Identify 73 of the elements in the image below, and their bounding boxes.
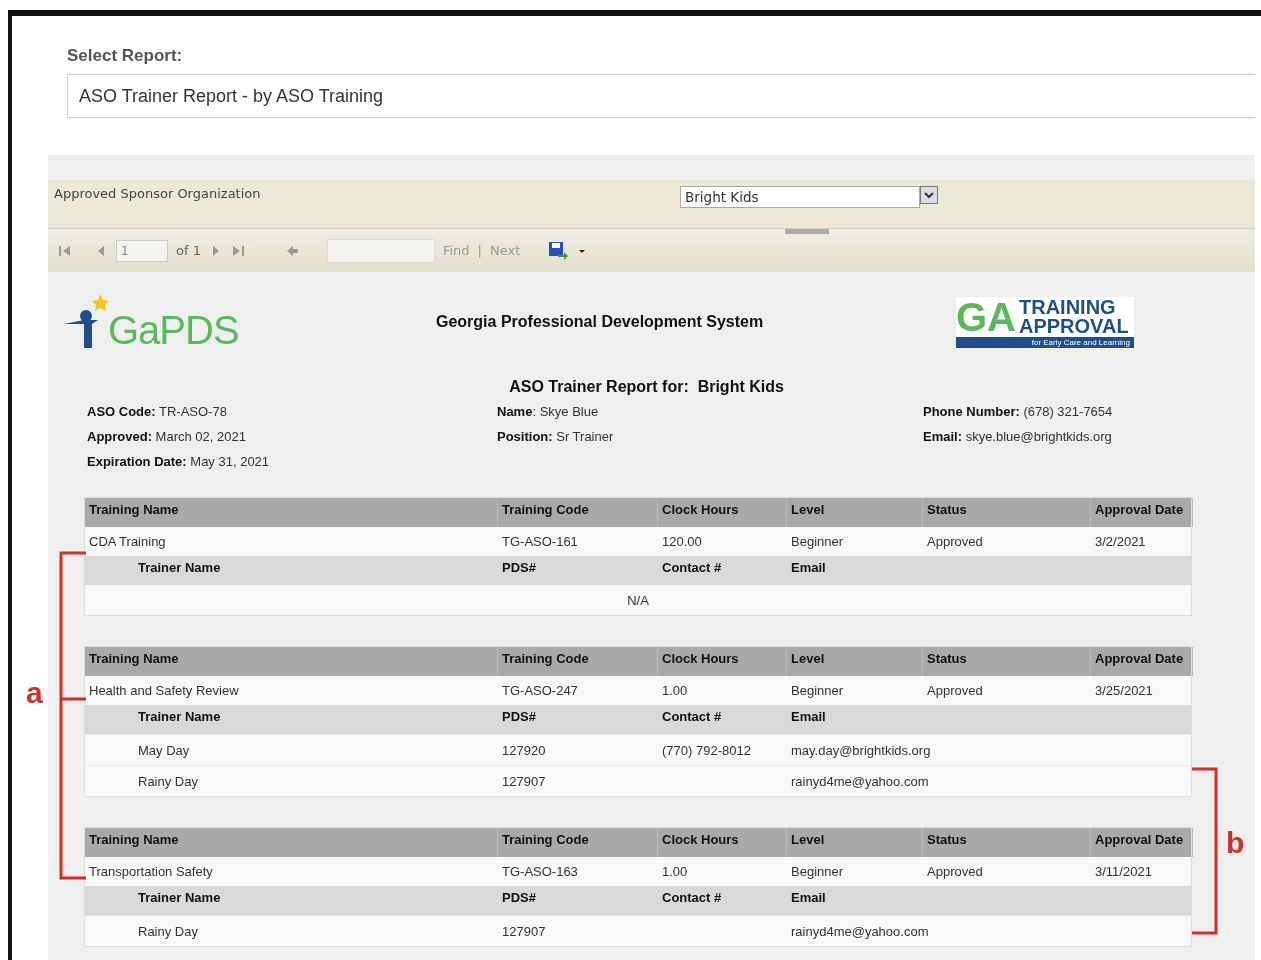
save-icon[interactable]	[548, 240, 571, 261]
annotation-label: a	[26, 676, 43, 710]
detail-text: Phone Number: (678) 321-7654	[923, 404, 1114, 419]
column-header: Trainer Name	[137, 559, 222, 577]
table-cell-text: Beginner	[790, 534, 845, 549]
table-cell-text: May Day	[137, 742, 191, 758]
column-header: PDS#	[501, 889, 537, 907]
table-cell-text: TG-ASO-163	[501, 864, 579, 879]
table-cell-text: Beginner	[790, 864, 845, 879]
column-header: Contact #	[661, 708, 723, 726]
table-cell-text: CDA Training	[88, 534, 167, 549]
table-cell-text: 1.00	[661, 683, 689, 698]
next-link[interactable]: Next	[489, 243, 521, 258]
find-field[interactable]	[326, 238, 435, 263]
detail-text: Approved: March 02, 2021	[87, 429, 247, 444]
find-link[interactable]: Find	[442, 243, 470, 258]
system-title: Georgia Professional Development System	[436, 313, 765, 331]
table-cell-text: TG-ASO-247	[501, 683, 579, 698]
table-cell-text: TG-ASO-161	[501, 534, 579, 549]
column-header: PDS#	[501, 559, 537, 577]
collapse-handle[interactable]	[785, 229, 829, 234]
detail-text: Position: Sr Trainer	[497, 429, 615, 444]
logo: GaPDS	[108, 310, 239, 350]
person-star-icon	[64, 294, 108, 350]
parameter-label: Approved Sponsor Organization	[54, 186, 262, 203]
table-cell-text: rainyd4me@yahoo.com	[790, 923, 930, 939]
dropdown-icon[interactable]	[920, 186, 938, 204]
separator: |	[477, 243, 482, 258]
column-header: PDS#	[501, 708, 537, 726]
table-cell-text: 3/11/2021	[1094, 864, 1153, 879]
field-label: Select Report:	[67, 46, 184, 66]
table-cell-text: Approved	[926, 864, 984, 879]
logo-tagline: for Early Care and Learning	[956, 336, 1134, 348]
report-title: ASO Trainer Report for: Bright Kids	[508, 378, 785, 396]
table-cell-text: may.day@brightkids.org	[790, 742, 932, 758]
table-cell-text: (770) 792-8012	[661, 742, 752, 758]
first-page-icon[interactable]	[58, 243, 72, 258]
table-cell-text: 127907	[501, 923, 547, 939]
table-cell-text: rainyd4me@yahoo.com	[790, 773, 930, 789]
table-cell-text: Beginner	[790, 683, 845, 698]
column-header: Trainer Name	[137, 889, 222, 907]
column-header: Trainer Name	[137, 708, 222, 726]
detail-text: Name: Skye Blue	[497, 404, 600, 419]
column-header: Email	[790, 708, 827, 726]
table-cell-text: Transportation Safety	[88, 864, 214, 879]
table-cell-text: 3/2/2021	[1094, 534, 1147, 549]
annotation-label: b	[1226, 826, 1245, 860]
table-cell-text: Approved	[926, 534, 984, 549]
table-cell-text: Rainy Day	[137, 773, 199, 789]
detail-text: Email: skye.blue@brightkids.org	[923, 429, 1113, 444]
logo-text: TRAINING	[1019, 297, 1117, 317]
table-cell-text: 127920	[501, 742, 547, 758]
report-select[interactable]: ASO Trainer Report - by ASO Training	[67, 74, 1255, 118]
detail-text: Expiration Date: May 31, 2021	[87, 454, 271, 469]
page-count: of 1	[176, 243, 201, 258]
organization-dropdown[interactable]: Bright Kids	[680, 186, 920, 208]
table-cell-text: Rainy Day	[137, 923, 199, 939]
last-page-icon[interactable]	[230, 243, 245, 258]
column-header: Email	[790, 559, 827, 577]
page-field[interactable]: 1	[116, 239, 168, 262]
detail-text: ASO Code: TR-ASO-78	[87, 404, 228, 419]
empty-message: N/A	[627, 592, 649, 608]
table-cell-text: Health and Safety Review	[88, 683, 240, 698]
table-cell-text: 127907	[501, 773, 547, 789]
logo-text: APPROVAL	[1019, 316, 1129, 336]
table-cell-text: 3/25/2021	[1094, 683, 1154, 698]
table-cell-text: 1.00	[661, 864, 689, 879]
table-cell-text: 120.00	[661, 534, 703, 549]
logo: GA	[956, 296, 1017, 337]
column-header: Email	[790, 889, 827, 907]
column-header: Contact #	[661, 559, 723, 577]
table-cell-text: Approved	[926, 683, 984, 698]
column-header: Contact #	[661, 889, 723, 907]
